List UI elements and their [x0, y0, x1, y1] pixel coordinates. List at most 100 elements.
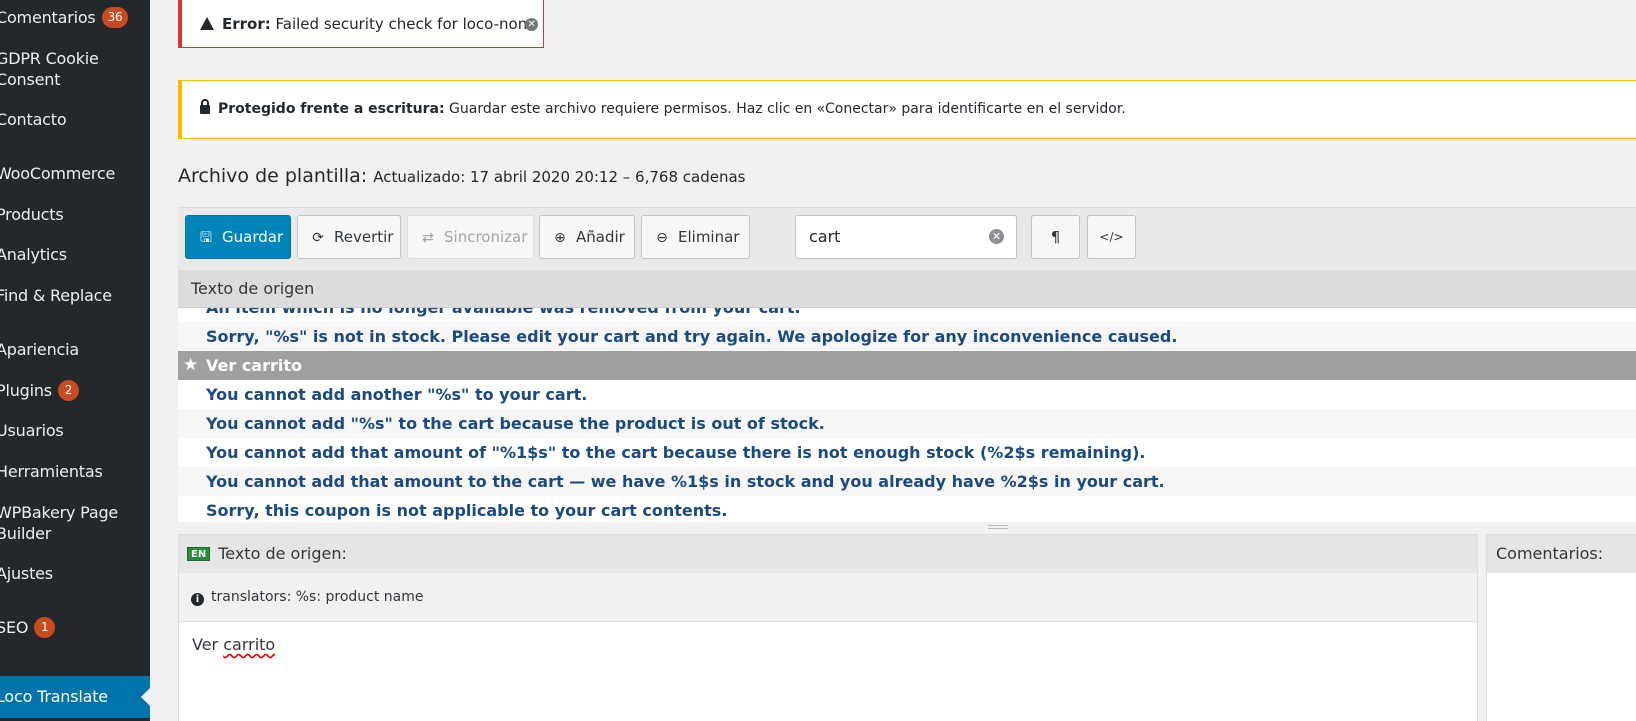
menu-item-find-replace[interactable]: Find & Replace: [0, 285, 150, 306]
minus-circle-icon: ⊖: [656, 230, 668, 246]
translator-note-text: translators: %s: product name: [211, 589, 424, 605]
menu-label: WooCommerce: [0, 164, 116, 183]
list-item[interactable]: You cannot add that amount of "%1$s" to …: [178, 438, 1636, 467]
add-button[interactable]: ⊕ Añadir: [539, 215, 635, 259]
menu-label: Find & Replace: [0, 286, 112, 305]
info-icon: i: [191, 593, 204, 606]
menu-item-usuarios[interactable]: Usuarios: [0, 420, 150, 441]
sync-icon: ⇄: [422, 230, 434, 246]
search-value: cart: [809, 227, 841, 246]
star-icon: ★: [183, 355, 199, 375]
language-badge: EN: [187, 547, 211, 561]
source-panel-title: Texto de origen:: [218, 544, 347, 563]
file-label: Archivo de plantilla:: [178, 165, 368, 187]
menu-item-ajustes[interactable]: Ajustes: [0, 563, 150, 584]
sync-button[interactable]: ⇄ Sincronizar: [407, 215, 534, 259]
code-icon: </>: [1099, 230, 1124, 244]
list-item[interactable]: Sorry, "%s" is not in stock. Please edit…: [178, 322, 1636, 351]
sync-label: Sincronizar: [444, 228, 528, 246]
list-item[interactable]: You cannot add that amount to the cart —…: [178, 467, 1636, 496]
delete-label: Eliminar: [678, 228, 740, 246]
plugins-update-badge: 2: [57, 380, 79, 401]
warn-text: Guardar este archivo requiere permisos. …: [449, 101, 1126, 117]
comment-count-badge: 36: [101, 7, 129, 28]
toggle-invisibles-button[interactable]: ¶: [1031, 215, 1080, 259]
write-protected-notice: Protegido frente a escritura: Guardar es…: [178, 80, 1636, 139]
warning-icon: [200, 17, 214, 30]
toggle-code-view-button[interactable]: </>: [1087, 215, 1136, 259]
list-item-selected[interactable]: ★ Ver carrito: [178, 351, 1636, 380]
comments-title: Comentarios:: [1496, 544, 1604, 563]
menu-label: SEO: [0, 618, 29, 637]
menu-label: Apariencia: [0, 340, 79, 359]
pilcrow-icon: ¶: [1050, 228, 1061, 246]
menu-item-analytics[interactable]: Analytics: [0, 244, 150, 265]
menu-item-loco-translate[interactable]: Loco Translate: [0, 676, 150, 718]
warn-label: Protegido frente a escritura:: [218, 101, 445, 117]
seo-notice-badge: 1: [34, 617, 56, 638]
list-item-text: You cannot add that amount of "%1$s" to …: [206, 443, 1146, 462]
clear-search-icon[interactable]: ✕: [989, 229, 1004, 244]
main-content: Error: Failed security check for loco-no…: [150, 0, 1636, 721]
list-item[interactable]: Sorry, this coupon is not applicable to …: [178, 496, 1636, 522]
menu-item-comentarios[interactable]: Comentarios 36: [0, 7, 150, 28]
source-text-start: Ver: [192, 635, 224, 654]
menu-label-line2: Consent: [0, 70, 61, 89]
translator-note: i translators: %s: product name: [179, 573, 1477, 621]
revert-button[interactable]: ⟳ Revertir: [297, 215, 401, 259]
delete-button[interactable]: ⊖ Eliminar: [641, 215, 750, 259]
menu-item-herramientas[interactable]: Herramientas: [0, 461, 150, 482]
menu-label: Products: [0, 205, 64, 224]
editor-toolbar: 🖫 Guardar ⟳ Revertir ⇄ Sincronizar ⊕ Añadir …: [178, 207, 1636, 270]
grip-icon: [988, 525, 1008, 529]
comments-panel: Comentarios:: [1486, 534, 1636, 721]
menu-item-wpbakery[interactable]: WPBakery Page Builder: [0, 502, 150, 544]
source-text-panel: EN Texto de origen: i translators: %s: pro…: [178, 534, 1478, 721]
save-button[interactable]: 🖫 Guardar: [185, 215, 291, 259]
list-item-text: An item which is no longer available was…: [206, 308, 801, 317]
menu-item-products[interactable]: Products: [0, 204, 150, 225]
menu-label: Loco Translate: [0, 687, 108, 706]
source-string-list: An item which is no longer available was…: [178, 308, 1636, 522]
error-label: Error:: [222, 15, 271, 33]
menu-label: Comentarios: [0, 8, 96, 27]
list-item[interactable]: You cannot add "%s" to the cart because …: [178, 409, 1636, 438]
menu-item-plugins[interactable]: Plugins 2: [0, 380, 150, 401]
source-list-header: Texto de origen: [178, 270, 1636, 308]
source-text-field[interactable]: Ver carrito: [179, 621, 1477, 721]
list-item-text: You cannot add "%s" to the cart because …: [206, 414, 825, 433]
list-item[interactable]: An item which is no longer available was…: [178, 308, 1636, 322]
dismiss-icon[interactable]: ✕: [525, 18, 539, 31]
search-input[interactable]: cart ✕: [795, 215, 1017, 259]
floppy-icon: 🖫: [200, 230, 212, 246]
pane-resize-handle[interactable]: [178, 522, 1636, 534]
revert-label: Revertir: [334, 228, 394, 246]
menu-label: Analytics: [0, 245, 67, 264]
menu-label-line2: Builder: [0, 524, 52, 543]
source-panel-header: EN Texto de origen:: [179, 535, 1477, 573]
menu-item-apariencia[interactable]: Apariencia: [0, 339, 150, 360]
menu-label: Plugins: [0, 381, 52, 400]
menu-label: Contacto: [0, 110, 67, 129]
menu-label: Herramientas: [0, 462, 103, 481]
list-item-text: You cannot add that amount to the cart —…: [206, 472, 1165, 491]
menu-item-seo[interactable]: SEO 1: [0, 617, 150, 638]
menu-item-contacto[interactable]: Contacto: [0, 109, 150, 130]
list-item-text: Ver carrito: [206, 356, 303, 375]
list-item-text: Sorry, this coupon is not applicable to …: [206, 501, 728, 520]
list-item[interactable]: You cannot add another "%s" to your cart…: [178, 380, 1636, 409]
comments-panel-header: Comentarios:: [1487, 535, 1636, 573]
error-notice: Error: Failed security check for loco-no…: [178, 0, 544, 48]
add-label: Añadir: [576, 228, 625, 246]
admin-sidebar: Comentarios 36 GDPR Cookie Consent Contact…: [0, 0, 150, 721]
save-label: Guardar: [222, 228, 284, 246]
source-list-title: Texto de origen: [191, 279, 315, 298]
menu-label: Ajustes: [0, 564, 53, 583]
plus-circle-icon: ⊕: [554, 230, 566, 246]
file-title: Archivo de plantilla: Actualizado: 17 ab…: [178, 163, 745, 190]
menu-item-gdpr-cookie-consent[interactable]: GDPR Cookie Consent: [0, 48, 150, 90]
list-item-text: You cannot add another "%s" to your cart…: [206, 385, 588, 404]
source-text-misspelled: carrito: [223, 635, 276, 654]
file-meta: Actualizado: 17 abril 2020 20:12 – 6,768…: [373, 168, 746, 186]
menu-item-woocommerce[interactable]: WooCommerce: [0, 163, 150, 184]
